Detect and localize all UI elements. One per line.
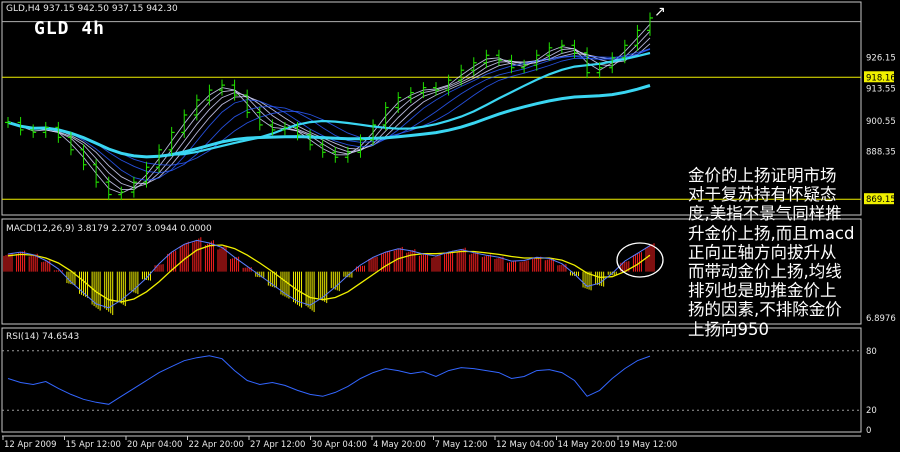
time-tick-9: 14 May 20:00 (558, 440, 616, 450)
chart-title: GLD 4h (34, 18, 106, 39)
rsi-tick-1: 20 (866, 406, 877, 416)
price-tick-3: 900.55 (866, 117, 896, 127)
symbol-header: GLD,H4 937.15 942.50 937.15 942.30 (6, 4, 178, 14)
time-tick-0: 12 Apr 2009 (4, 440, 57, 450)
macd-header: MACD(12,26,9) 3.8179 2.2707 3.0944 0.000… (6, 224, 212, 234)
price-tick-1: 918.16 (866, 73, 896, 83)
price-tick-2: 913.55 (866, 85, 896, 95)
cursor-icon: ↗ (654, 4, 666, 20)
time-tick-4: 27 Apr 12:00 (250, 440, 305, 450)
rsi-tick-0: 80 (866, 347, 877, 357)
rsi-tick-2: 0 (866, 426, 871, 436)
time-tick-8: 12 May 04:00 (496, 440, 554, 450)
price-tick-4: 888.35 (866, 147, 896, 157)
rsi-header: RSI(14) 74.6543 (6, 332, 80, 342)
time-tick-3: 22 Apr 20:00 (189, 440, 244, 450)
time-tick-10: 19 May 12:00 (619, 440, 677, 450)
time-tick-7: 7 May 12:00 (435, 440, 488, 450)
analysis-annotation: 金价的上扬证明市场 对于复苏持有怀疑态 度,美指不景气同样推 升金价上扬,而且m… (688, 166, 855, 339)
time-tick-5: 30 Apr 04:00 (312, 440, 367, 450)
price-tick-0: 926.15 (866, 53, 896, 63)
time-tick-6: 4 May 20:00 (373, 440, 426, 450)
time-tick-2: 20 Apr 04:00 (127, 440, 182, 450)
time-tick-1: 15 Apr 12:00 (66, 440, 121, 450)
